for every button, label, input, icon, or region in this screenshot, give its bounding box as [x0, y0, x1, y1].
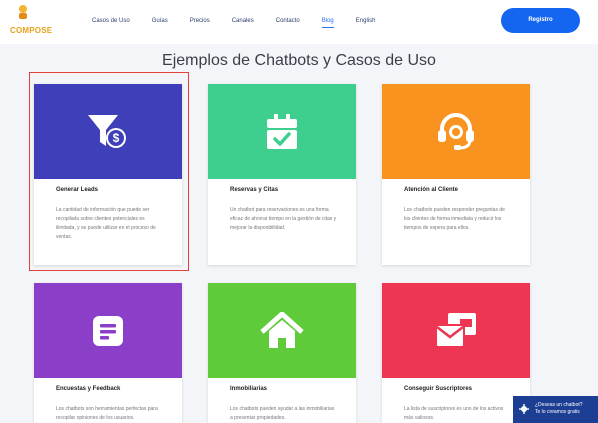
card-text: Los chatbots son herramientas perfectas …	[56, 406, 158, 421]
card-banner	[382, 84, 530, 179]
card-inmobiliarias[interactable]: Inmobiliarias Los chatbots pueden ayudar…	[208, 283, 356, 423]
card-text: Un chatbot para reservaciones es una for…	[230, 207, 337, 231]
logo-mark-icon	[19, 5, 27, 19]
selection-highlight	[29, 72, 189, 271]
main-nav: Casos de Uso Guías Precios Canales Conta…	[92, 14, 397, 28]
card-text: La lista de suscriptores es uno de los a…	[404, 406, 504, 421]
nav-item-blog[interactable]: Blog	[321, 14, 334, 28]
card-reservas-citas[interactable]: Reservas y Citas Un chatbot para reserva…	[208, 84, 356, 265]
card-text: Los chatbots pueden ayudar a las inmobil…	[230, 406, 335, 421]
nav-item-guias[interactable]: Guías	[152, 14, 168, 28]
section-title: Ejemplos de Chatbots y Casos de Uso	[162, 52, 436, 69]
nav-item-casos-de-uso[interactable]: Casos de Uso	[92, 14, 130, 28]
card-title: Inmobiliarias	[230, 386, 268, 392]
card-title: Encuestas y Feedback	[56, 386, 121, 392]
card-title: Reservas y Citas	[230, 187, 279, 193]
form-icon	[93, 315, 123, 346]
card-title: Atención al Cliente	[404, 187, 459, 193]
calendar-check-icon	[267, 113, 297, 149]
nav-item-canales[interactable]: Canales	[232, 14, 254, 28]
brand-logo[interactable]: COMPOSE	[10, 4, 72, 40]
chat-line-1: ¿Deseas un chatbot?	[535, 402, 583, 408]
card-encuestas-feedback[interactable]: Encuestas y Feedback Los chatbots son he…	[34, 283, 182, 423]
card-banner	[208, 84, 356, 179]
nav-item-contacto[interactable]: Contacto	[276, 14, 300, 28]
chat-widget[interactable]: ¿Deseas un chatbot? Te lo creamos gratis	[513, 396, 598, 423]
card-banner	[208, 283, 356, 378]
chat-line-2: Te lo creamos gratis	[535, 409, 580, 415]
site-header: COMPOSE Casos de Uso Guías Precios Canal…	[0, 0, 598, 44]
card-conseguir-suscriptores[interactable]: Conseguir Suscriptores La lista de suscr…	[382, 283, 530, 423]
headset-icon	[438, 112, 474, 150]
nav-item-precios[interactable]: Precios	[190, 14, 210, 28]
card-banner	[34, 283, 182, 378]
nav-item-english[interactable]: English	[356, 14, 376, 28]
card-title: Conseguir Suscriptores	[404, 386, 473, 392]
house-icon	[260, 311, 304, 348]
card-text: Los chatbots pueden responder preguntas …	[404, 207, 505, 231]
brand-name: COMPOSE	[10, 26, 53, 35]
card-banner	[382, 283, 530, 378]
register-button[interactable]: Registro	[501, 8, 580, 33]
gear-icon	[519, 404, 529, 414]
card-atencion-cliente[interactable]: Atención al Cliente Los chatbots pueden …	[382, 84, 530, 265]
envelopes-icon	[435, 312, 476, 348]
